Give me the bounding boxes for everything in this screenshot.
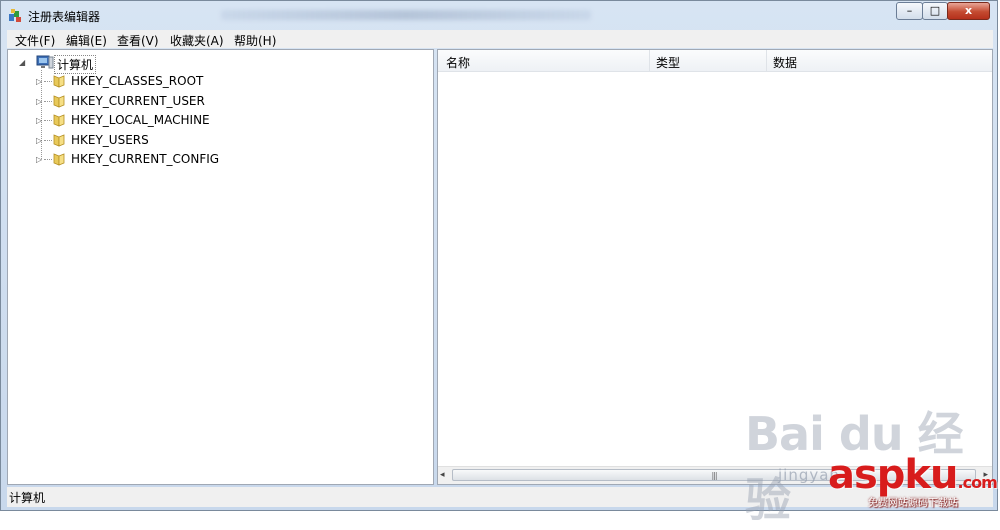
blurred-background-text — [221, 10, 591, 20]
aspku-subtitle-watermark: 免费网站源码下载站 — [868, 498, 958, 509]
menu-view[interactable]: 查看(V) — [117, 32, 159, 49]
tree-label[interactable]: HKEY_USERS — [71, 133, 149, 147]
tree-connector-dots — [44, 159, 52, 160]
menu-help[interactable]: 帮助(H) — [234, 32, 276, 49]
column-header-type[interactable]: 类型 — [656, 54, 680, 71]
collapse-arrow-icon[interactable]: ◢ — [19, 58, 25, 67]
minimize-button[interactable]: – — [896, 2, 923, 20]
tree-node-hkey-current-config[interactable]: ▷ HKEY_CURRENT_CONFIG — [36, 151, 336, 169]
tree-connector-dots — [44, 81, 52, 82]
menu-favorites[interactable]: 收藏夹(A) — [170, 32, 224, 49]
tree-connector-dots — [44, 140, 52, 141]
title-bar[interactable]: 注册表编辑器 – □ x — [1, 1, 997, 29]
maximize-button[interactable]: □ — [922, 2, 948, 20]
folder-icon — [53, 75, 65, 88]
status-path: 计算机 — [9, 491, 46, 505]
close-icon: x — [964, 4, 973, 17]
close-button[interactable]: x — [947, 2, 990, 20]
tree-connector-dots — [44, 120, 52, 121]
list-header: 名称 类型 数据 — [438, 50, 992, 72]
column-header-data[interactable]: 数据 — [773, 54, 797, 71]
tree-label-computer[interactable]: 计算机 — [54, 55, 97, 74]
expand-arrow-icon[interactable]: ▷ — [36, 77, 42, 86]
tree-node-hkey-classes-root[interactable]: ▷ HKEY_CLASSES_ROOT — [36, 73, 336, 91]
expand-arrow-icon[interactable]: ▷ — [36, 116, 42, 125]
tree-node-hkey-users[interactable]: ▷ HKEY_USERS — [36, 132, 336, 150]
regedit-app-icon — [9, 9, 21, 22]
expand-arrow-icon[interactable]: ▷ — [36, 136, 42, 145]
aspku-logo-text: aspku — [828, 452, 959, 498]
window-title: 注册表编辑器 — [28, 10, 101, 24]
computer-icon — [36, 55, 54, 69]
folder-icon — [53, 114, 65, 127]
maximize-icon: □ — [929, 4, 941, 17]
column-header-name[interactable]: 名称 — [446, 54, 470, 71]
minimize-icon: – — [906, 4, 913, 17]
tree-node-hkey-local-machine[interactable]: ▷ HKEY_LOCAL_MACHINE — [36, 112, 336, 130]
tree-node-computer[interactable]: ◢ 计算机 — [14, 54, 214, 74]
tree-label[interactable]: HKEY_CLASSES_ROOT — [71, 74, 203, 88]
registry-tree[interactable]: ◢ 计算机 ▷ HKEY_CLASSES_ROOT ▷ HKEY_CURRENT… — [7, 49, 434, 485]
column-divider[interactable] — [649, 50, 650, 71]
aspku-watermark: aspku.com — [828, 452, 998, 498]
tree-node-hkey-current-user[interactable]: ▷ HKEY_CURRENT_USER — [36, 93, 336, 111]
menu-file[interactable]: 文件(F) — [15, 32, 55, 49]
tree-label[interactable]: HKEY_LOCAL_MACHINE — [71, 113, 210, 127]
expand-arrow-icon[interactable]: ▷ — [36, 97, 42, 106]
folder-icon — [53, 134, 65, 147]
folder-icon — [53, 153, 65, 166]
menu-edit[interactable]: 编辑(E) — [66, 32, 107, 49]
folder-icon — [53, 95, 65, 108]
tree-label[interactable]: HKEY_CURRENT_USER — [71, 94, 205, 108]
aspku-domain-text: .com — [957, 473, 998, 492]
menu-bar: 文件(F) 编辑(E) 查看(V) 收藏夹(A) 帮助(H) — [7, 30, 993, 48]
scroll-grip-icon: ||| — [711, 471, 717, 480]
scroll-left-icon[interactable]: ◂ — [440, 470, 445, 480]
tree-connector-dots — [44, 101, 52, 102]
expand-arrow-icon[interactable]: ▷ — [36, 155, 42, 164]
column-divider[interactable] — [766, 50, 767, 71]
tree-label[interactable]: HKEY_CURRENT_CONFIG — [71, 152, 219, 166]
